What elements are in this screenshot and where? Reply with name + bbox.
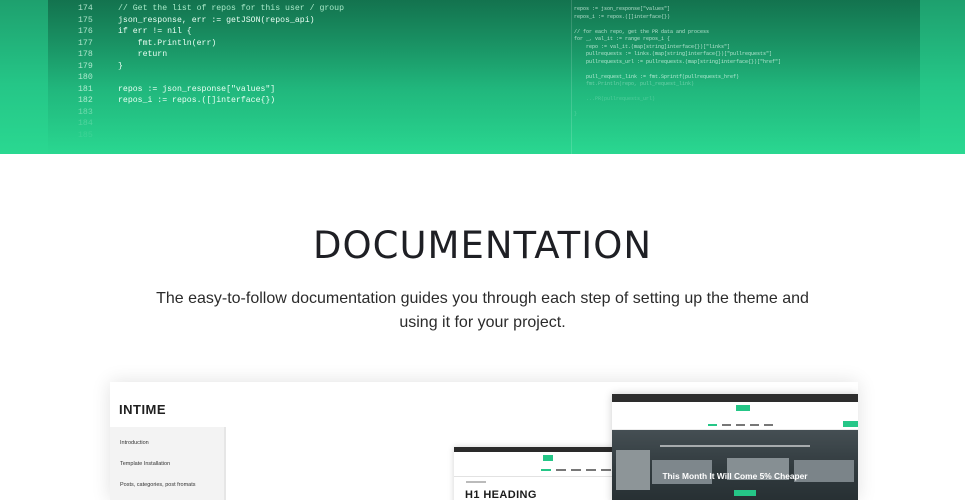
brand-logo: INTIME xyxy=(119,402,167,417)
code-text: pullrequests := links.(map[string]interf… xyxy=(574,51,773,57)
mockup-divider xyxy=(454,476,614,477)
code-line: 175 json_response, err := getJSON(repos_a… xyxy=(78,15,558,27)
code-listing: 174 // Get the list of repos for this use… xyxy=(78,3,558,141)
mockup-heading: H1 HEADING xyxy=(465,489,537,500)
code-banner: 174 // Get the list of repos for this use… xyxy=(0,0,965,154)
documentation-preview: INTIME Introduction Template Installatio… xyxy=(110,382,858,500)
code-text: // Get the list of repos for this user /… xyxy=(118,4,345,13)
section-description: The easy-to-follow documentation guides … xyxy=(156,290,809,331)
code-line: 180 xyxy=(78,72,558,84)
code-text: if err != nil { xyxy=(118,27,192,36)
line-number: 182 xyxy=(78,96,93,105)
hero-subtitle xyxy=(660,445,810,447)
code-line: 178 return xyxy=(78,49,558,61)
mockup-logo xyxy=(736,405,750,411)
code-line: 182 repos_i := repos.([]interface{}) xyxy=(78,95,558,107)
mockup-breadcrumb xyxy=(466,481,486,483)
code-line: 183 xyxy=(78,107,558,119)
code-line: 181 repos := json_response["values"] xyxy=(78,84,558,96)
mockup-topbar xyxy=(454,447,614,452)
homepage-mockup: This Month It Will Come 5% Cheaper xyxy=(612,394,858,500)
section-title: DOCUMENTATION xyxy=(313,224,652,267)
code-text: pullrequests_url := pullrequests.(map[st… xyxy=(574,58,782,65)
line-number: 185 xyxy=(78,130,93,140)
code-line: 176 if err != nil { xyxy=(78,26,558,38)
mockup-topbar xyxy=(612,394,858,402)
mockup-nav xyxy=(708,424,773,426)
menu-item-introduction[interactable]: Introduction xyxy=(120,440,149,446)
doc-sidebar: INTIME Introduction Template Installatio… xyxy=(110,382,228,500)
line-number: 183 xyxy=(78,107,93,117)
mockup-nav xyxy=(541,469,611,471)
line-number: 177 xyxy=(78,38,93,48)
code-line: 185 xyxy=(78,130,558,142)
code-listing-secondary: repos := json_response["values"] repos_i… xyxy=(574,6,914,119)
code-text: fmt.Println(err) xyxy=(118,38,217,48)
line-number: 179 xyxy=(78,61,93,71)
code-text: } xyxy=(574,111,578,117)
code-line: 179} xyxy=(78,61,558,73)
code-line: 184 xyxy=(78,118,558,130)
code-text: repos_i := repos.([]interface{}) xyxy=(574,13,671,20)
mockup-cta-button xyxy=(843,421,858,427)
menu-item-posts-categories[interactable]: Posts, categories, post fromats xyxy=(120,482,196,488)
line-number: 175 xyxy=(78,15,93,25)
mockup-hero-image: This Month It Will Come 5% Cheaper xyxy=(612,430,858,500)
line-number: 181 xyxy=(78,84,93,94)
code-text: pull_request_link := fmt.Sprintf(pullreq… xyxy=(574,73,740,80)
page-mockup: H1 HEADING xyxy=(454,447,614,500)
doc-menu: Introduction Template Installation Posts… xyxy=(110,427,226,500)
code-text: return xyxy=(118,50,168,59)
line-number: 180 xyxy=(78,73,93,82)
code-text: fmt.Println(repo, pull_request_link) xyxy=(574,81,695,87)
hero-title: This Month It Will Come 5% Cheaper xyxy=(662,471,808,481)
code-text: repos := json_response["values"] xyxy=(574,6,671,12)
line-number: 174 xyxy=(78,4,93,13)
code-line: 174 // Get the list of repos for this use… xyxy=(78,3,558,15)
code-text: repos := json_response["values"] xyxy=(118,84,276,94)
code-text: json_response, err := getJSON(repos_api) xyxy=(118,15,315,25)
code-text: for _, val_it := range repos_i { xyxy=(574,36,671,42)
menu-item-template-installation[interactable]: Template Installation xyxy=(120,461,170,467)
hero-button xyxy=(734,490,756,496)
line-number: 176 xyxy=(78,27,93,36)
code-text: repo := val_it.(map[string]interface{})[… xyxy=(574,43,731,50)
mockup-logo xyxy=(543,455,553,461)
code-text: ...PR(pullrequests_url) xyxy=(574,96,656,102)
code-text: } xyxy=(118,61,123,71)
code-text: // for each repo, get the PR data and pr… xyxy=(574,28,710,35)
editor-split-divider xyxy=(571,0,572,154)
line-number: 178 xyxy=(78,50,93,59)
line-number: 184 xyxy=(78,119,93,128)
code-line: 177 fmt.Println(err) xyxy=(78,38,558,50)
code-text: repos_i := repos.([]interface{}) xyxy=(118,96,276,105)
